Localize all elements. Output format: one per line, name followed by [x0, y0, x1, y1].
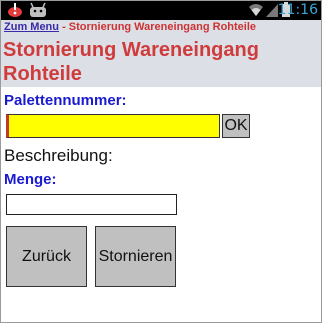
page-title: Stornierung Wareneingang Rohteile [3, 39, 259, 85]
quantity-input[interactable] [6, 194, 177, 215]
breadcrumb-current: Stornierung Wareneingang Rohteile [68, 21, 257, 33]
breadcrumb: Zum Menu - Stornierung Wareneingang Roht… [4, 21, 256, 34]
ok-button[interactable]: OK [222, 114, 250, 138]
cancel-booking-button[interactable]: Stornieren [95, 226, 176, 287]
status-bar: 11:16 [0, 0, 322, 20]
pallet-number-label: Palettennummer: [4, 92, 127, 109]
menu-link[interactable]: Zum Menu [4, 21, 59, 33]
breadcrumb-separator: - [62, 21, 66, 33]
back-button[interactable]: Zurück [6, 226, 87, 287]
description-label: Beschreibung: [4, 146, 113, 165]
status-time: 11:16 [277, 2, 318, 18]
pallet-number-input[interactable] [6, 114, 220, 138]
quantity-label: Menge: [4, 171, 57, 188]
header: Zum Menu - Stornierung Wareneingang Roht… [0, 20, 322, 87]
